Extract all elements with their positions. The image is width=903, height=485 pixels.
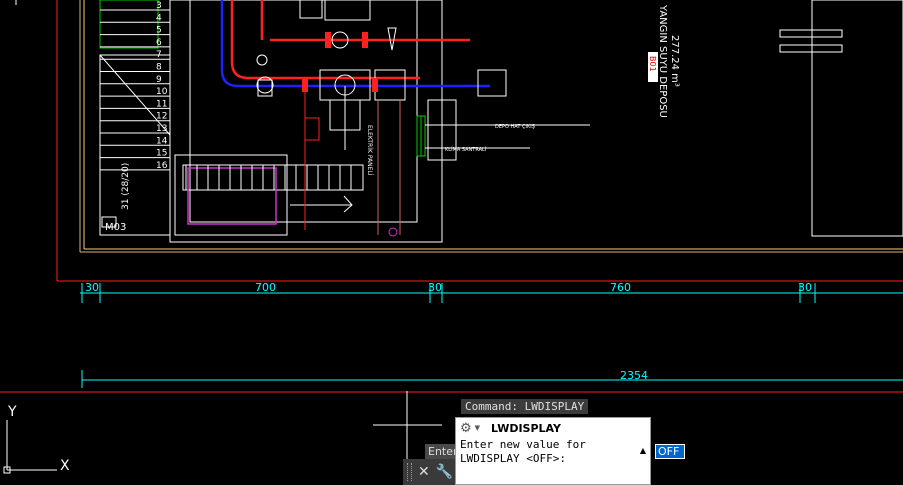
stair-step-number: 7 xyxy=(156,50,162,60)
scroll-up-icon[interactable]: ▲ xyxy=(640,446,646,455)
tank-label: YANGIN SUYU DEPOSU xyxy=(657,4,668,118)
dim-text: 30 xyxy=(798,281,812,294)
ucs-y-label: Y xyxy=(7,404,17,420)
pipe-network xyxy=(220,0,490,230)
dimension-lines xyxy=(80,292,903,388)
stair-green-treads xyxy=(99,0,159,49)
side-note-2: KLİMA SANTRALİ xyxy=(445,146,486,153)
stair-step-number: 11 xyxy=(156,99,167,109)
stair-step-number: 13 xyxy=(156,124,167,134)
tank-code: B01 xyxy=(648,56,657,72)
riser-column xyxy=(377,100,401,237)
command-history: Command: LWDISPLAY xyxy=(461,399,589,414)
ucs-x-label: X xyxy=(60,458,70,474)
prompt-line-2: LWDISPLAY <OFF>: xyxy=(460,452,566,465)
drawing-canvas[interactable]: 3 4 5 6 7 8 9 10 11 12 13 14 15 16 M03 31 (28/20) DEP… xyxy=(0,0,903,485)
side-note-1: DEPO HAT ÇIKIŞ xyxy=(495,124,535,130)
stair-numbers: 3 4 5 6 7 8 9 10 11 12 13 14 15 16 xyxy=(156,1,168,171)
stair-step-number: 10 xyxy=(156,87,168,97)
dynamic-input-field[interactable] xyxy=(655,444,685,459)
stair-step-number: 5 xyxy=(156,26,162,36)
stair-note: 31 (28/20) xyxy=(121,163,131,210)
stair-step-number: 9 xyxy=(156,75,162,85)
dim-text: 30 xyxy=(85,281,99,294)
green-riser xyxy=(416,115,426,157)
stair-step-number: 6 xyxy=(156,38,162,48)
tank-volume: 277.24 m³ xyxy=(669,35,680,87)
pipe-fittings xyxy=(256,0,507,141)
stair-step-number: 12 xyxy=(156,112,167,122)
prompt-line-1: Enter new value for xyxy=(460,438,586,451)
stair-step-number: 8 xyxy=(156,63,162,73)
settings-gear-icon[interactable]: ⚙ xyxy=(460,421,472,436)
stair-step-number: 15 xyxy=(156,149,167,159)
stair-step-number: 14 xyxy=(156,136,168,146)
chevron-down-icon[interactable]: ▼ xyxy=(475,424,480,432)
prompt-title: LWDISPLAY xyxy=(491,421,561,435)
dimension-texts: 30 700 30 760 30 2354 xyxy=(85,281,812,382)
grip-handle[interactable] xyxy=(407,463,412,481)
prompt-header: ⚙ ▼ LWDISPLAY xyxy=(456,418,650,438)
dim-text-total: 2354 xyxy=(620,369,648,382)
customize-wrench-icon[interactable]: 🔧 xyxy=(436,465,453,479)
close-icon[interactable]: ✕ xyxy=(418,465,430,479)
room-outlines xyxy=(169,0,903,243)
dim-text: 700 xyxy=(255,281,276,294)
stair-step-number: 4 xyxy=(156,13,162,23)
stair-step-number: 3 xyxy=(156,1,162,11)
dim-text: 30 xyxy=(428,281,442,294)
room-label: M03 xyxy=(105,222,126,233)
vertical-label: ELEKTRİK PANELİ xyxy=(366,125,373,176)
command-prompt: ⚙ ▼ LWDISPLAY Enter new value for LWDISP… xyxy=(455,417,651,485)
ucs-icon xyxy=(3,420,57,474)
dim-text: 760 xyxy=(610,281,631,294)
enter-hint: Enter xyxy=(425,444,459,460)
command-line-toolbar: ✕ 🔧 xyxy=(403,459,457,485)
stair-step-number: 16 xyxy=(156,161,168,171)
